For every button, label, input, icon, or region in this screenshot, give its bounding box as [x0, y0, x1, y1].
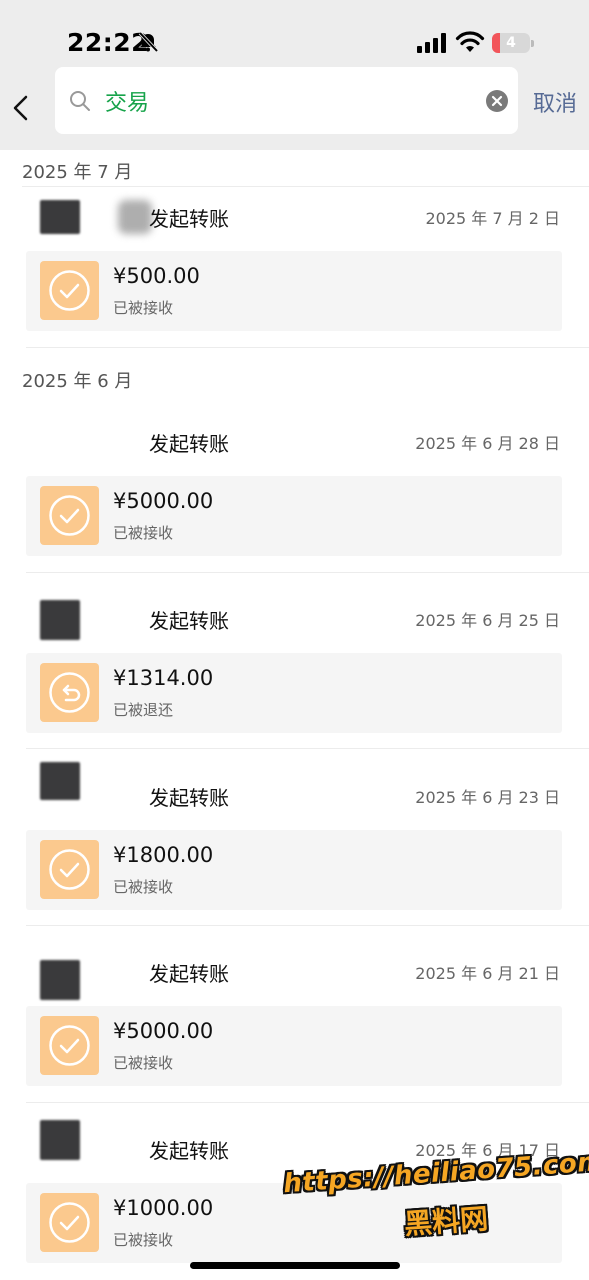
redacted-avatar [40, 1120, 80, 1160]
redacted-avatar [40, 762, 80, 800]
divider [22, 186, 589, 187]
transaction-status: 已被接收 [113, 1054, 174, 1072]
back-icon[interactable] [8, 92, 36, 124]
status-bar: 22:22 4 [0, 0, 589, 66]
transaction-date: 2025 年 6 月 28 日 [415, 434, 560, 453]
check-icon [40, 261, 99, 320]
transaction-card[interactable]: ¥5000.00 已被接收 [26, 476, 562, 556]
check-icon [40, 840, 99, 899]
transaction-amount: ¥5000.00 [113, 489, 214, 513]
return-icon [40, 663, 99, 722]
check-icon [40, 1016, 99, 1075]
transaction-card[interactable]: ¥1314.00 已被退还 [26, 653, 562, 733]
wifi-icon [455, 31, 485, 52]
transaction-title: 发起转账 [149, 962, 229, 986]
search-icon [70, 91, 90, 111]
divider [26, 925, 589, 926]
bell-slash-icon [138, 31, 159, 53]
clear-icon[interactable] [485, 89, 509, 113]
month-header-june: 2025 年 6 月 [22, 371, 133, 392]
search-value: 交易 [105, 91, 150, 116]
redacted-avatar [40, 600, 80, 640]
transaction-status: 已被接收 [113, 524, 174, 542]
transaction-amount: ¥1314.00 [113, 666, 214, 690]
check-icon [40, 486, 99, 545]
transaction-status: 已被接收 [113, 299, 174, 317]
search-input[interactable]: 交易 [55, 67, 518, 134]
battery-icon: 4 [492, 33, 534, 53]
signal-icon [417, 33, 446, 53]
transaction-title: 发起转账 [149, 609, 229, 633]
divider [26, 1102, 589, 1103]
transaction-title: 发起转账 [149, 432, 229, 456]
transaction-date: 2025 年 7 月 2 日 [425, 209, 560, 228]
redacted-name [118, 200, 152, 234]
transaction-date: 2025 年 6 月 25 日 [415, 611, 560, 630]
cancel-button[interactable]: 取消 [533, 86, 577, 118]
transaction-status: 已被接收 [113, 1231, 174, 1249]
transaction-status: 已被退还 [113, 701, 174, 719]
divider [26, 347, 589, 348]
watermark-name: 黑料网 [403, 1202, 490, 1241]
transaction-status: 已被接收 [113, 878, 174, 896]
transaction-title: 发起转账 [149, 1139, 229, 1163]
transaction-date: 2025 年 6 月 21 日 [415, 964, 560, 983]
transaction-amount: ¥1800.00 [113, 843, 214, 867]
transaction-title: 发起转账 [149, 207, 229, 231]
transaction-card[interactable]: ¥5000.00 已被接收 [26, 1006, 562, 1086]
transaction-amount: ¥5000.00 [113, 1019, 214, 1043]
transaction-card[interactable]: ¥1800.00 已被接收 [26, 830, 562, 910]
redacted-avatar [40, 960, 80, 1000]
divider [26, 572, 589, 573]
home-indicator[interactable] [190, 1262, 400, 1269]
month-header-july: 2025 年 7 月 [22, 162, 133, 183]
divider [26, 748, 589, 749]
transaction-card[interactable]: ¥500.00 已被接收 [26, 251, 562, 331]
battery-level: 4 [506, 35, 516, 51]
transaction-date: 2025 年 6 月 23 日 [415, 788, 560, 807]
transaction-title: 发起转账 [149, 786, 229, 810]
check-icon [40, 1193, 99, 1252]
transaction-amount: ¥500.00 [113, 264, 200, 288]
search-bar: 交易 取消 [0, 66, 589, 150]
transaction-amount: ¥1000.00 [113, 1196, 214, 1220]
redacted-avatar [40, 200, 80, 234]
